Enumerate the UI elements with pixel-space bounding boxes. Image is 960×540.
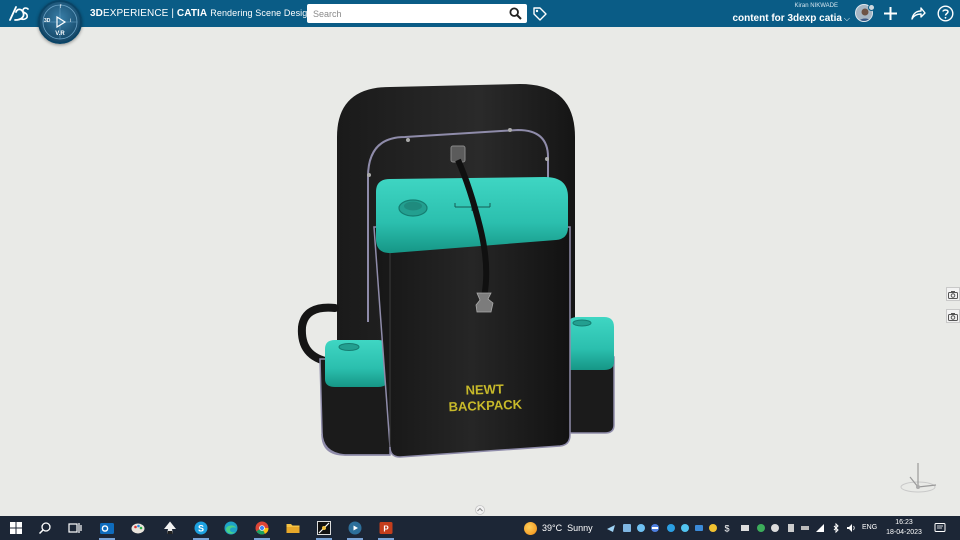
search-icon[interactable] (509, 7, 522, 20)
weather-temp: 39°C (542, 523, 563, 533)
windows-start-icon[interactable] (8, 520, 24, 536)
search-icon[interactable] (37, 520, 53, 536)
workspace-name: content for 3dexp catia (732, 13, 842, 24)
share-icon[interactable] (909, 5, 926, 22)
tray-app-icon[interactable] (756, 523, 766, 533)
3dexperience-icon[interactable] (347, 520, 363, 536)
right-tank-cap (572, 319, 592, 327)
sun-icon (524, 521, 537, 535)
tray-app-icon[interactable] (636, 523, 646, 533)
svg-text:$: $ (724, 524, 729, 534)
dassault-logo-icon[interactable] (8, 4, 30, 24)
bluetooth-icon[interactable] (831, 523, 841, 533)
frame-clip (367, 173, 371, 177)
tag-icon[interactable] (532, 6, 548, 22)
left-tank-cap (338, 343, 360, 351)
clock-date: 18-04-2023 (886, 529, 922, 536)
volume-icon[interactable] (846, 523, 856, 533)
system-clock[interactable]: 16:23 18-04-2023 (880, 518, 928, 538)
fill-cap-inner (404, 201, 422, 211)
search-box (307, 4, 527, 23)
tray-app-icon[interactable] (650, 523, 660, 533)
task-view-icon[interactable] (67, 520, 83, 536)
app-title: 3DEXPERIENCE | CATIA Rendering Scene Desi… (90, 8, 313, 19)
notification-badge (868, 4, 875, 11)
tray-app-icon[interactable] (666, 523, 676, 533)
frame-clip (406, 138, 410, 142)
brand-separator: | (168, 8, 177, 19)
tray-app-icon[interactable] (770, 523, 780, 533)
capture-button[interactable] (946, 287, 960, 301)
frame-clip (545, 157, 549, 161)
capture-button[interactable] (946, 309, 960, 323)
chevron-down-icon: ⌵ (843, 14, 850, 23)
svg-text:P: P (383, 525, 389, 534)
skype-icon[interactable]: S (193, 520, 209, 536)
tray-app-icon[interactable] (740, 523, 750, 533)
compass-label-i: i (70, 18, 72, 24)
file-explorer-icon[interactable] (285, 520, 301, 536)
tray-app-icon[interactable] (800, 523, 810, 533)
backpack-model[interactable] (0, 27, 960, 516)
paint-icon[interactable] (130, 520, 146, 536)
tray-app-icon[interactable] (680, 523, 690, 533)
right-toolbar (945, 287, 960, 327)
tray-app-icon[interactable] (786, 523, 796, 533)
windows-taskbar: S P 39°C Sunny $ ENG 16:23 18-04-2023 (0, 516, 960, 540)
tray-app-icon[interactable] (606, 523, 616, 533)
tray-app-icon[interactable] (622, 523, 632, 533)
top-bar: 3D i f V.R 3DEXPERIENCE | CATIA Rendering… (0, 0, 960, 44)
workspace-selector[interactable]: content for 3dexp catia ⌵ (732, 13, 850, 24)
search-input[interactable] (307, 5, 503, 22)
frame-clip (508, 128, 512, 132)
edge-icon[interactable] (223, 520, 239, 536)
tray-app-icon[interactable] (708, 523, 718, 533)
compass-label-f: f (60, 4, 62, 10)
brand-experience: EXPERIENCE (102, 8, 169, 19)
axis-triad-icon[interactable] (898, 457, 940, 497)
main-tank (373, 226, 571, 458)
expand-panel-handle-icon[interactable] (474, 505, 486, 515)
svg-text:S: S (198, 524, 204, 534)
compass-widget[interactable]: 3D i f V.R (38, 0, 82, 44)
help-icon[interactable] (937, 5, 954, 22)
3d-viewport[interactable]: NEWT BACKPACK (0, 27, 960, 525)
app-icon[interactable] (316, 520, 332, 536)
tray-app-icon[interactable] (694, 523, 704, 533)
wifi-icon[interactable] (815, 523, 825, 533)
tray-app-icon[interactable]: $ (722, 523, 732, 534)
compass-label-3d: 3D (44, 18, 51, 24)
app-name: Rendering Scene Design (210, 8, 313, 18)
compass-version: V.R (55, 31, 65, 37)
add-icon[interactable] (882, 5, 899, 22)
inkscape-icon[interactable] (162, 520, 178, 536)
weather-condition: Sunny (567, 523, 593, 533)
language-indicator[interactable]: ENG (862, 524, 877, 531)
brand-catia: CATIA (176, 8, 208, 19)
camera-icon (948, 313, 958, 321)
notification-center-icon[interactable] (934, 522, 946, 534)
powerpoint-icon[interactable]: P (378, 520, 394, 536)
weather-widget[interactable]: 39°C Sunny (524, 521, 593, 535)
strap-buckle-top (450, 145, 466, 163)
camera-icon (948, 291, 958, 299)
user-name: Kiran NIKWADE (794, 3, 838, 9)
chrome-icon[interactable] (254, 520, 270, 536)
tank-label: NEWT BACKPACK (429, 380, 540, 416)
outlook-icon[interactable] (99, 520, 115, 536)
clock-time: 16:23 (895, 519, 913, 526)
brand-3d: 3D (90, 8, 103, 19)
